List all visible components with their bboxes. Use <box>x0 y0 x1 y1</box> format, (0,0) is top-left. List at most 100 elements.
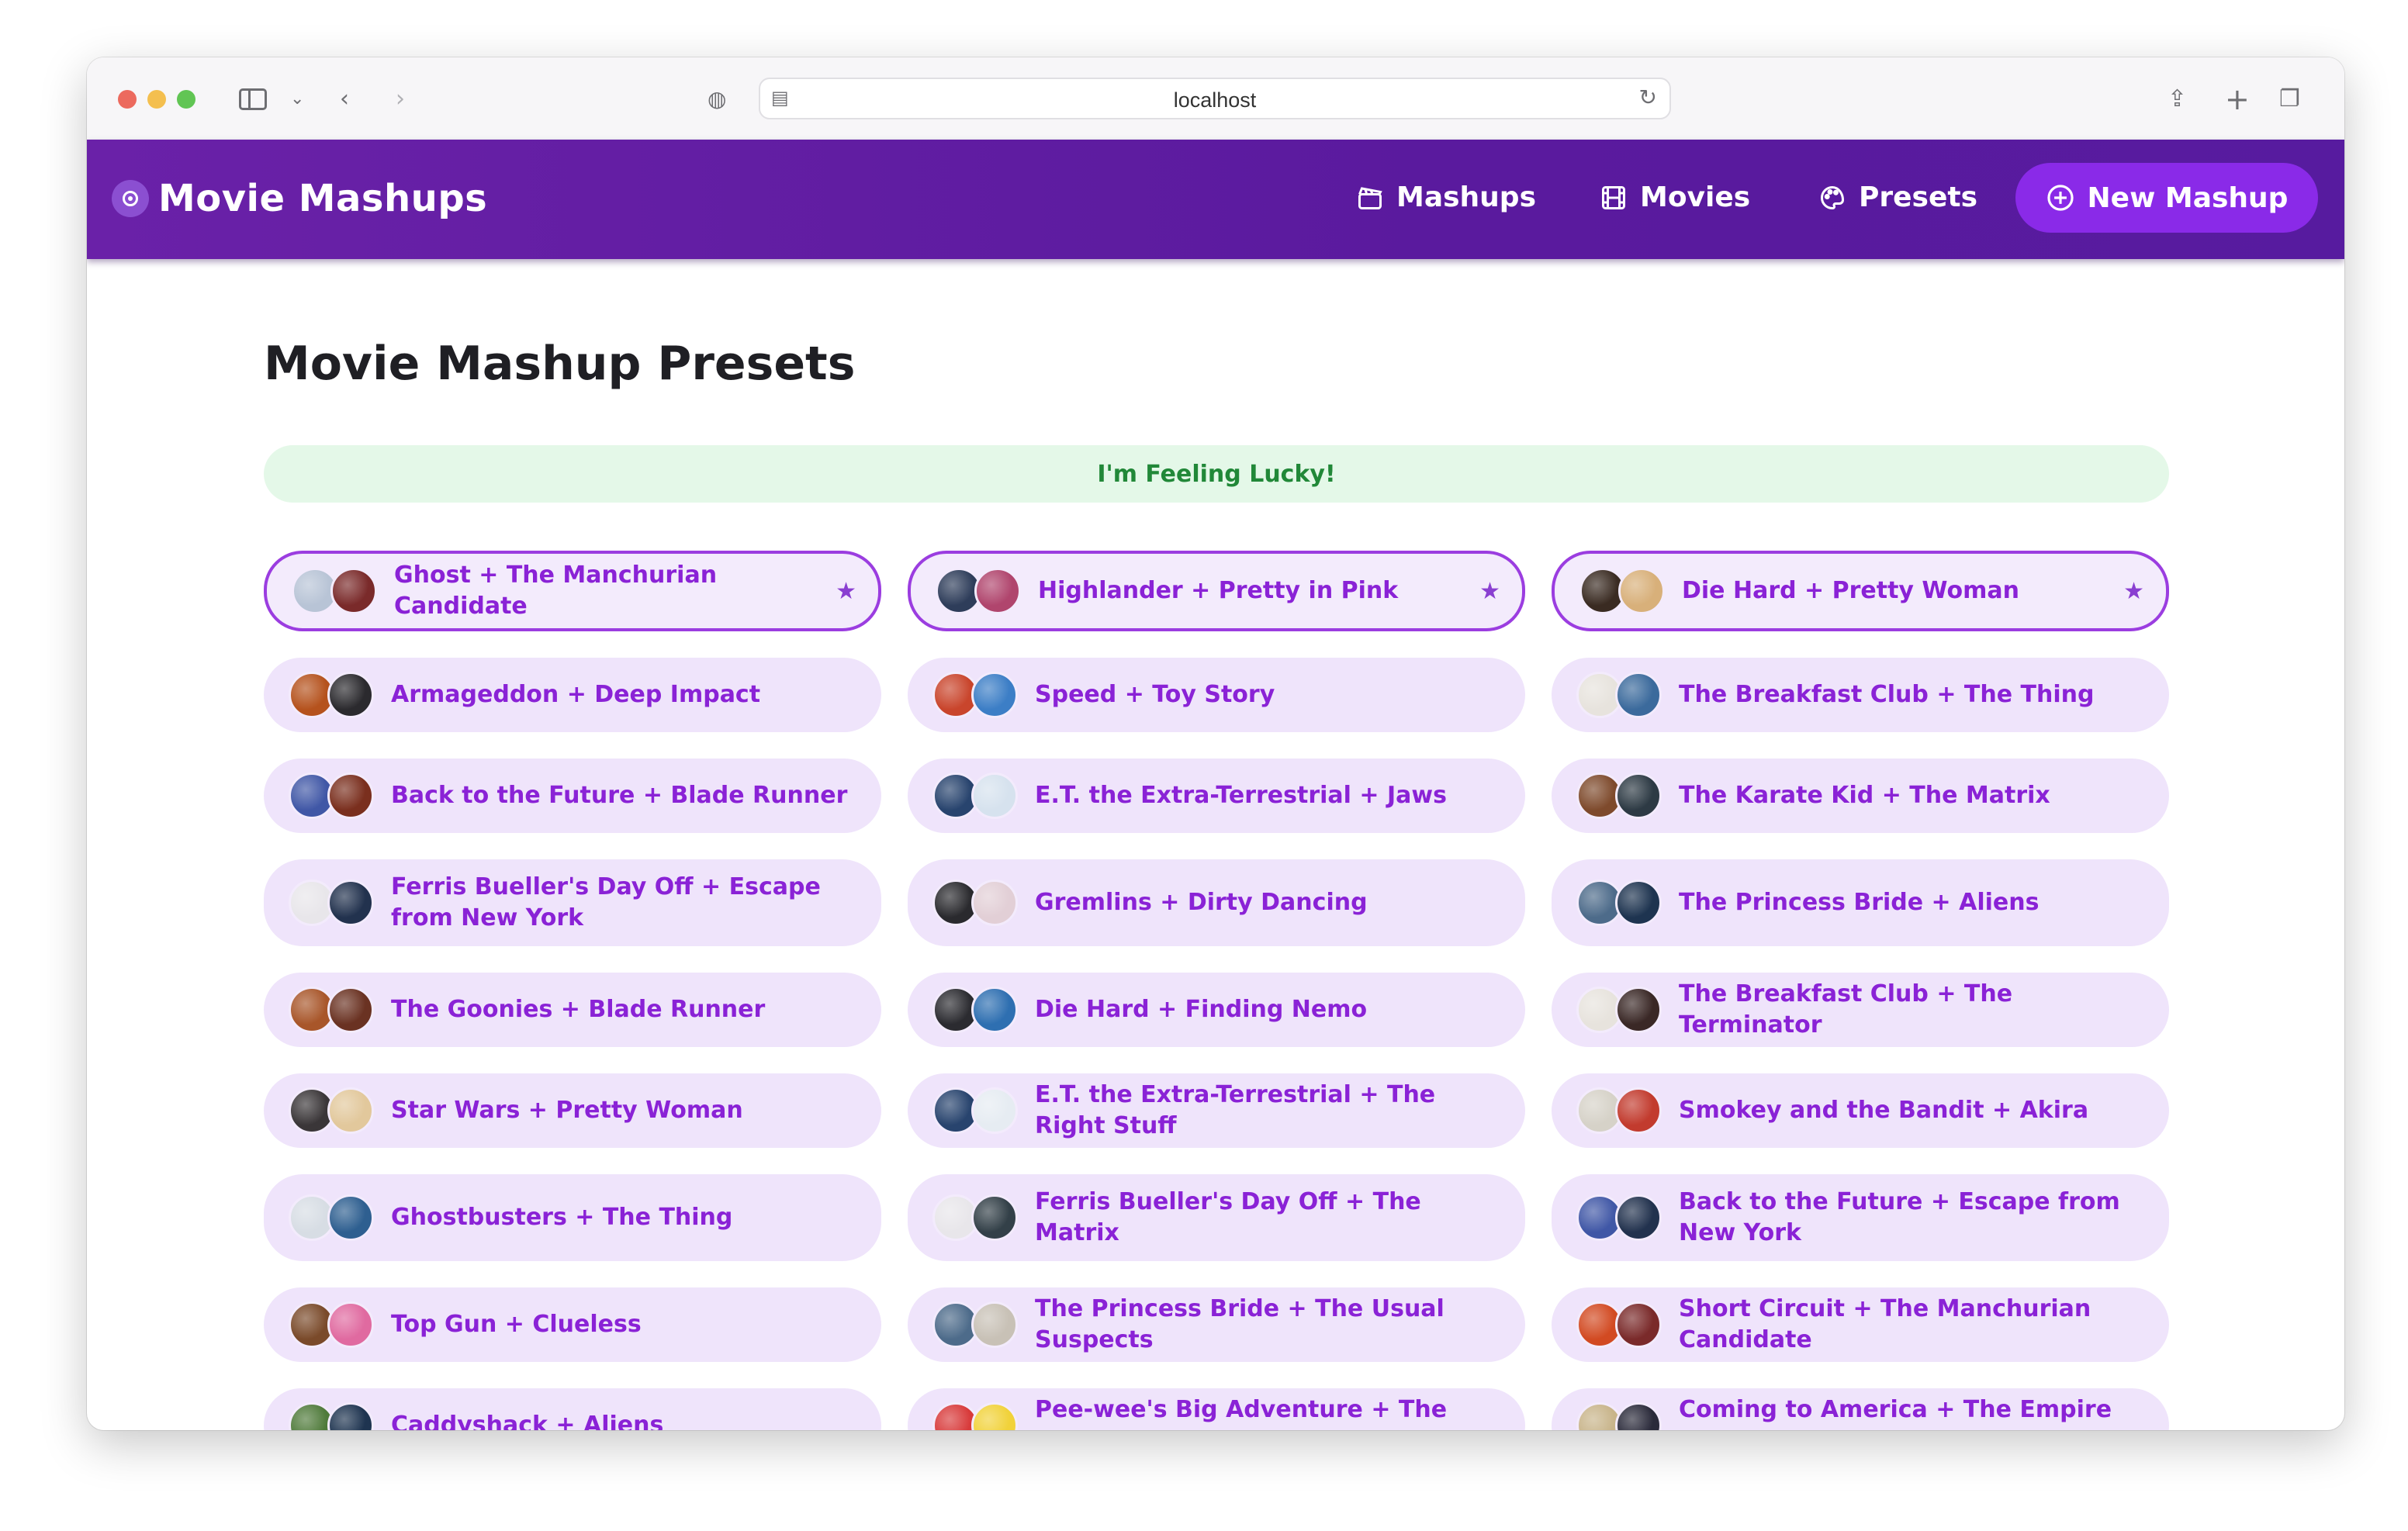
movie-thumbnails <box>292 568 379 614</box>
movie-poster-thumbnail <box>971 880 1018 926</box>
preset-label: The Breakfast Club + The Terminator <box>1679 980 2013 1039</box>
movie-thumbnails <box>1576 772 1663 819</box>
movie-thumbnails <box>1576 1194 1663 1241</box>
preset-card[interactable]: E.T. the Extra-Terrestrial + Jaws <box>908 759 1525 833</box>
movie-thumbnails <box>1576 1301 1663 1348</box>
preset-card[interactable]: Top Gun + Clueless <box>264 1287 881 1362</box>
preset-label: Star Wars + Pretty Woman <box>391 1097 743 1124</box>
preset-label: The Goonies + Blade Runner <box>391 996 766 1023</box>
movie-poster-thumbnail <box>1615 1087 1662 1134</box>
movie-thumbnails <box>289 1402 375 1430</box>
movie-poster-thumbnail <box>971 1194 1018 1241</box>
preset-card[interactable]: Back to the Future + Escape from New Yor… <box>1552 1174 2169 1261</box>
movie-thumbnails <box>289 880 375 926</box>
new-tab-icon[interactable]: + <box>2225 85 2250 114</box>
preset-grid: Ghost + The Manchurian Candidate ★ Highlan… <box>264 57 2169 1430</box>
movie-poster-thumbnail <box>971 1402 1018 1430</box>
movie-thumbnails <box>289 1194 375 1241</box>
preset-label: Caddyshack + Aliens <box>391 1412 664 1430</box>
preset-card[interactable]: The Karate Kid + The Matrix <box>1552 759 2169 833</box>
movie-thumbnails <box>289 672 375 718</box>
preset-card[interactable]: E.T. the Extra-Terrestrial + The Right S… <box>908 1073 1525 1148</box>
close-window-button[interactable] <box>118 90 137 109</box>
preset-card[interactable]: Short Circuit + The Manchurian Candidate <box>1552 1287 2169 1362</box>
preset-label: Smokey and the Bandit + Akira <box>1679 1097 2089 1124</box>
preset-card[interactable]: Star Wars + Pretty Woman <box>264 1073 881 1148</box>
movie-thumbnails <box>1576 672 1663 718</box>
movie-poster-thumbnail <box>971 987 1018 1033</box>
preset-card[interactable]: Ghost + The Manchurian Candidate ★ <box>264 551 881 631</box>
preset-label: The Breakfast Club + The Thing <box>1679 681 2095 708</box>
sidebar-toggle-icon[interactable] <box>239 88 267 110</box>
preset-label: Ferris Bueller's Day Off + The Matrix <box>1035 1188 1421 1246</box>
star-icon[interactable]: ★ <box>1479 578 1500 605</box>
preset-label: E.T. the Extra-Terrestrial + The Right S… <box>1035 1081 1436 1139</box>
preset-label: E.T. the Extra-Terrestrial + Jaws <box>1035 782 1447 809</box>
preset-card[interactable]: Highlander + Pretty in Pink ★ <box>908 551 1525 631</box>
movie-thumbnails <box>932 1194 1019 1241</box>
preset-label: The Princess Bride + The Usual Suspects <box>1035 1295 1444 1353</box>
preset-card[interactable]: Ferris Bueller's Day Off + The Matrix <box>908 1174 1525 1261</box>
movie-thumbnails <box>932 1301 1019 1348</box>
star-icon[interactable]: ★ <box>2123 578 2144 605</box>
preset-card[interactable]: Gremlins + Dirty Dancing <box>908 859 1525 946</box>
minimize-window-button[interactable] <box>147 90 166 109</box>
tab-overview-icon[interactable]: ❐ <box>2279 85 2300 113</box>
preset-label: Gremlins + Dirty Dancing <box>1035 889 1368 916</box>
movie-poster-thumbnail <box>971 1301 1018 1348</box>
preset-label: Top Gun + Clueless <box>391 1311 642 1338</box>
movie-poster-thumbnail <box>1615 772 1662 819</box>
preset-card[interactable]: Smokey and the Bandit + Akira <box>1552 1073 2169 1148</box>
movie-thumbnails <box>932 772 1019 819</box>
brand-logo-icon <box>112 180 149 217</box>
movie-thumbnails <box>932 987 1019 1033</box>
preset-card[interactable]: Die Hard + Pretty Woman ★ <box>1552 551 2169 631</box>
browser-window: ⌄ ‹ › ◍ ▤ localhost ↻ ⇪ + ❐ Movie Mashup… <box>87 57 2344 1430</box>
movie-poster-thumbnail <box>327 1301 374 1348</box>
movie-poster-thumbnail <box>327 1087 374 1134</box>
preset-label: Die Hard + Finding Nemo <box>1035 996 1368 1023</box>
preset-card[interactable]: Ghostbusters + The Thing <box>264 1174 881 1261</box>
preset-card[interactable]: The Breakfast Club + The Terminator <box>1552 973 2169 1047</box>
preset-card[interactable]: Pee-wee's Big Adventure + The Shining <box>908 1388 1525 1430</box>
preset-card[interactable]: Die Hard + Finding Nemo <box>908 973 1525 1047</box>
star-icon[interactable]: ★ <box>836 578 856 605</box>
preset-label: Highlander + Pretty in Pink <box>1038 577 1399 604</box>
preset-label: The Karate Kid + The Matrix <box>1679 782 2050 809</box>
movie-thumbnails <box>289 772 375 819</box>
movie-thumbnails <box>932 672 1019 718</box>
preset-card[interactable]: Speed + Toy Story <box>908 658 1525 732</box>
movie-poster-thumbnail <box>327 672 374 718</box>
preset-label: Back to the Future + Escape from New Yor… <box>1679 1188 2120 1246</box>
movie-thumbnails <box>1576 1402 1663 1430</box>
preset-label: Pee-wee's Big Adventure + The Shining <box>1035 1396 1448 1430</box>
preset-card[interactable]: Back to the Future + Blade Runner <box>264 759 881 833</box>
movie-thumbnails <box>1579 568 1666 614</box>
movie-thumbnails <box>936 568 1022 614</box>
share-icon[interactable]: ⇪ <box>2168 85 2187 113</box>
movie-thumbnails <box>1576 1087 1663 1134</box>
movie-poster-thumbnail <box>974 568 1021 614</box>
movie-poster-thumbnail <box>971 772 1018 819</box>
movie-thumbnails <box>289 1087 375 1134</box>
movie-poster-thumbnail <box>971 672 1018 718</box>
movie-poster-thumbnail <box>330 568 377 614</box>
preset-card[interactable]: Coming to America + The Empire Strikes <box>1552 1388 2169 1430</box>
preset-label: Ghostbusters + The Thing <box>391 1204 733 1231</box>
preset-card[interactable]: The Princess Bride + Aliens <box>1552 859 2169 946</box>
preset-card[interactable]: Ferris Bueller's Day Off + Escape from N… <box>264 859 881 946</box>
movie-poster-thumbnail <box>1615 987 1662 1033</box>
zoom-window-button[interactable] <box>177 90 195 109</box>
preset-card[interactable]: The Goonies + Blade Runner <box>264 973 881 1047</box>
movie-poster-thumbnail <box>327 880 374 926</box>
movie-thumbnails <box>932 880 1019 926</box>
preset-card[interactable]: The Princess Bride + The Usual Suspects <box>908 1287 1525 1362</box>
preset-label: Short Circuit + The Manchurian Candidate <box>1679 1295 2091 1353</box>
preset-card[interactable]: Caddyshack + Aliens <box>264 1388 881 1430</box>
preset-card[interactable]: The Breakfast Club + The Thing <box>1552 658 2169 732</box>
movie-poster-thumbnail <box>1615 1194 1662 1241</box>
preset-card[interactable]: Armageddon + Deep Impact <box>264 658 881 732</box>
movie-poster-thumbnail <box>327 1402 374 1430</box>
preset-label: Ferris Bueller's Day Off + Escape from N… <box>391 873 821 931</box>
preset-label: Speed + Toy Story <box>1035 681 1275 708</box>
